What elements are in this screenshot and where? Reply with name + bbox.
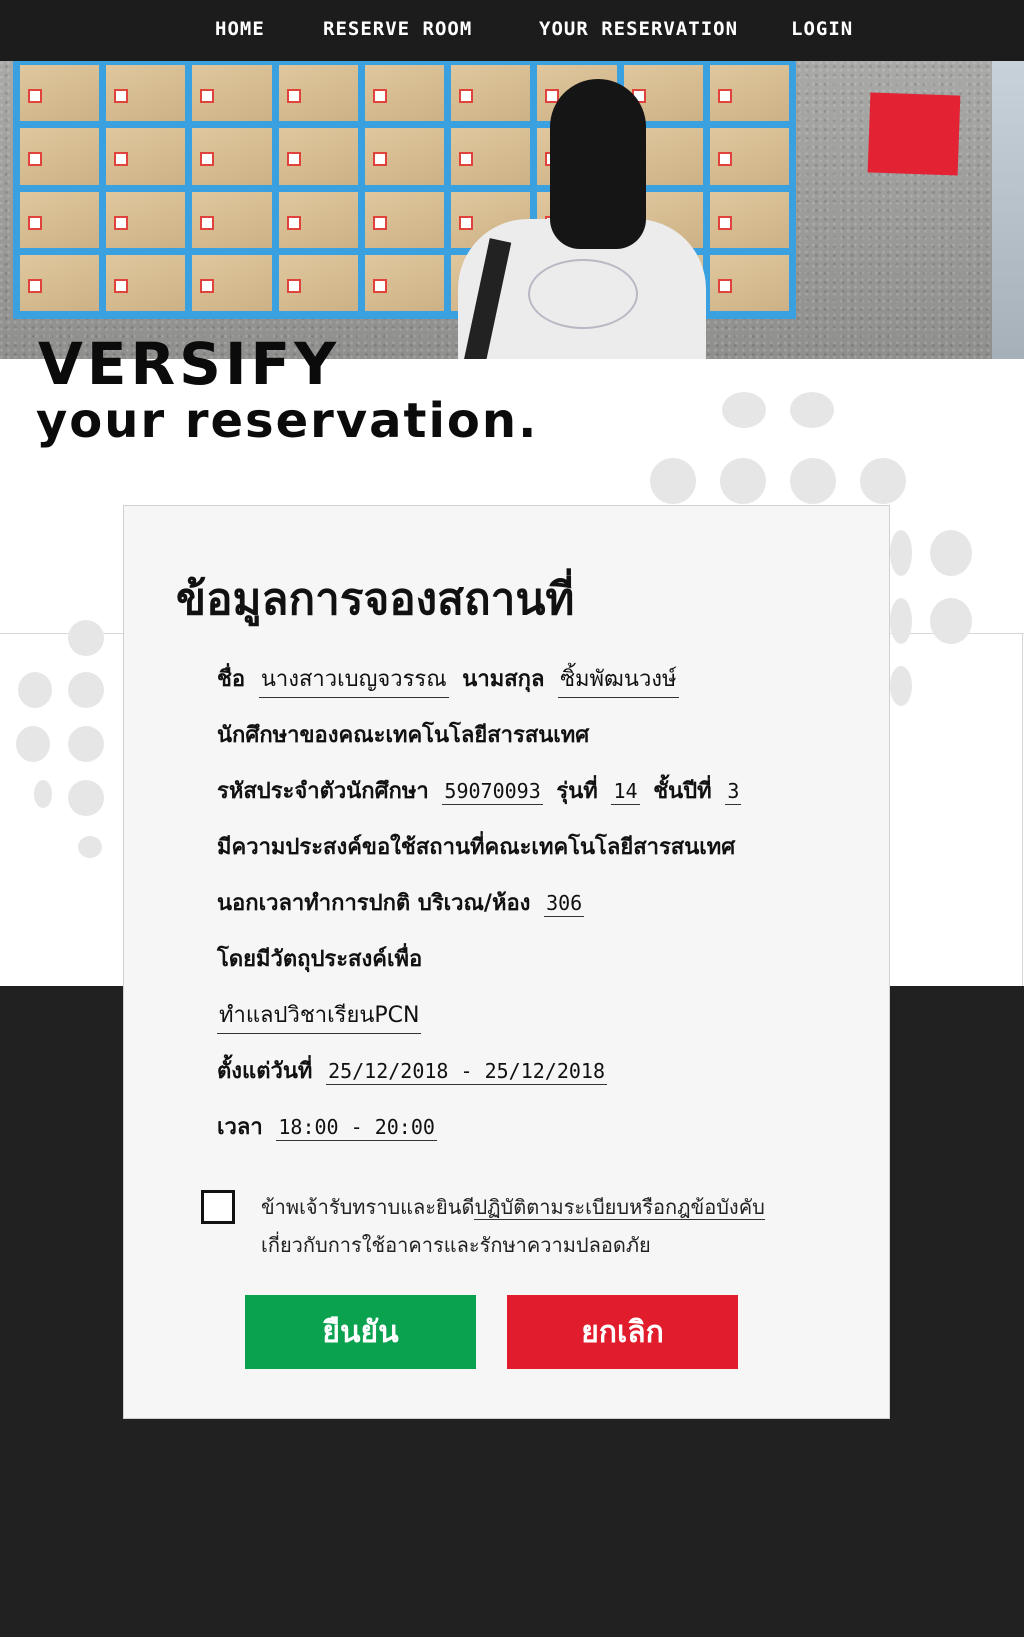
purpose-value: ทำแลปวิชาเรียนPCN — [217, 997, 422, 1034]
decor-dot — [890, 530, 912, 576]
envelope — [192, 254, 272, 311]
student-id-row: รหัสประจำตัวนักศึกษา 59070093 รุ่นที่ 14… — [217, 773, 747, 808]
envelope — [278, 191, 358, 248]
decor-dot — [930, 530, 972, 576]
faculty-text: นักศึกษาของคณะเทคโนโลยีสารสนเทศ — [217, 723, 590, 748]
envelope — [20, 128, 100, 185]
envelope — [106, 191, 186, 248]
date-label: ตั้งแต่วันที่ — [217, 1059, 313, 1084]
intent-row: มีความประสงค์ขอใช้สถานที่คณะเทคโนโลยีสาร… — [217, 829, 735, 864]
decor-dot — [34, 780, 52, 808]
envelope — [20, 191, 100, 248]
time-label: เวลา — [217, 1115, 263, 1140]
purpose-label-row: โดยมีวัตถุประสงค์เพื่อ — [217, 941, 422, 976]
nav-your-reservation[interactable]: YOUR RESERVATION — [539, 18, 738, 40]
generation-label: รุ่นที่ — [556, 779, 598, 804]
envelope — [20, 65, 100, 122]
cancel-button[interactable]: ยกเลิก — [507, 1295, 738, 1369]
student-id-value: 59070093 — [442, 779, 543, 805]
nav-reserve-room[interactable]: RESERVE ROOM — [323, 18, 472, 40]
decor-dot — [930, 598, 972, 644]
page-subheading: your reservation. — [36, 393, 539, 449]
nav-login[interactable]: LOGIN — [791, 18, 853, 40]
decor-dot — [722, 392, 766, 428]
envelope — [364, 65, 445, 122]
regulations-link[interactable]: ปฏิบัติตามระเบียบหรือกฎข้อบังคับ — [474, 1195, 765, 1220]
year-label: ชั้นปีที่ — [653, 779, 712, 804]
decor-dot — [68, 620, 104, 656]
decor-dot — [68, 726, 104, 762]
red-block — [867, 92, 961, 176]
surname-label: นามสกุล — [462, 667, 545, 692]
envelope — [278, 128, 358, 185]
time-row: เวลา 18:00 - 20:00 — [217, 1109, 443, 1144]
date-row: ตั้งแต่วันที่ 25/12/2018 - 25/12/2018 — [217, 1053, 613, 1088]
envelope — [709, 191, 789, 248]
decor-dot — [650, 458, 696, 504]
divider-line — [0, 633, 124, 634]
first-name-value: นางสาวเบญจวรรณ — [258, 661, 449, 698]
agree-checkbox[interactable] — [201, 1190, 235, 1224]
card-title: ข้อมูลการจองสถานที่ — [176, 574, 575, 625]
name-row: ชื่อ นางสาวเบญจวรรณ นามสกุล ซิ้มพัฒนวงษ์ — [217, 661, 685, 698]
divider-line — [1022, 633, 1023, 986]
year-value: 3 — [725, 779, 742, 805]
purpose-label: โดยมีวัตถุประสงค์เพื่อ — [217, 947, 423, 972]
decor-dot — [16, 726, 50, 762]
decor-dot — [68, 780, 104, 816]
envelope — [709, 65, 789, 122]
decor-dot — [890, 666, 912, 706]
room-value: 306 — [544, 891, 585, 917]
room-row: นอกเวลาทำการปกติ บริเวณ/ห้อง 306 — [217, 885, 590, 920]
reservation-card: ข้อมูลการจองสถานที่ ชื่อ นางสาวเบญจวรรณ … — [123, 505, 890, 1419]
decor-dot — [18, 672, 52, 708]
decor-dot — [790, 458, 836, 504]
envelope — [364, 191, 445, 248]
agree-prefix: ข้าพเจ้ารับทราบและยินดี — [261, 1195, 475, 1219]
envelope — [106, 65, 186, 122]
shirt-print — [528, 259, 638, 329]
envelope — [192, 65, 272, 122]
window — [992, 61, 1024, 359]
agree-text: ข้าพเจ้ารับทราบและยินดีปฏิบัติตามระเบียบ… — [261, 1188, 861, 1264]
envelope — [709, 254, 789, 311]
decor-dot — [790, 392, 834, 428]
purpose-row: ทำแลปวิชาเรียนPCN — [211, 997, 427, 1034]
envelope — [106, 254, 186, 311]
decor-dot — [890, 598, 912, 644]
student-figure — [458, 79, 706, 359]
envelope — [192, 191, 272, 248]
page-heading: VERSIFY — [38, 330, 341, 398]
envelope — [192, 128, 272, 185]
envelope — [709, 128, 789, 185]
faculty-row: นักศึกษาของคณะเทคโนโลยีสารสนเทศ — [217, 717, 589, 752]
nav-home[interactable]: HOME — [215, 18, 265, 40]
envelope — [364, 254, 445, 311]
decor-dot — [720, 458, 766, 504]
agree-suffix: เกี่ยวกับการใช้อาคารและรักษาความปลอดภัย — [261, 1233, 651, 1257]
time-value: 18:00 - 20:00 — [276, 1115, 437, 1141]
confirm-button[interactable]: ยืนยัน — [245, 1295, 476, 1369]
student-id-label: รหัสประจำตัวนักศึกษา — [217, 779, 429, 804]
generation-value: 14 — [611, 779, 640, 805]
top-nav: HOME RESERVE ROOM YOUR RESERVATION LOGIN — [0, 0, 1024, 61]
decor-dot — [860, 458, 906, 504]
decor-dot — [78, 836, 102, 858]
room-label: นอกเวลาทำการปกติ บริเวณ/ห้อง — [217, 891, 531, 916]
surname-value: ซิ้มพัฒนวงษ์ — [558, 661, 679, 698]
envelope — [278, 254, 358, 311]
envelope — [20, 254, 100, 311]
date-value: 25/12/2018 - 25/12/2018 — [326, 1059, 608, 1085]
envelope — [364, 128, 445, 185]
decor-dot — [68, 672, 104, 708]
envelope — [278, 65, 358, 122]
hair — [550, 79, 646, 249]
name-label: ชื่อ — [217, 667, 246, 692]
intent-text: มีความประสงค์ขอใช้สถานที่คณะเทคโนโลยีสาร… — [217, 835, 736, 860]
envelope — [106, 128, 186, 185]
hero-image — [0, 61, 1024, 359]
